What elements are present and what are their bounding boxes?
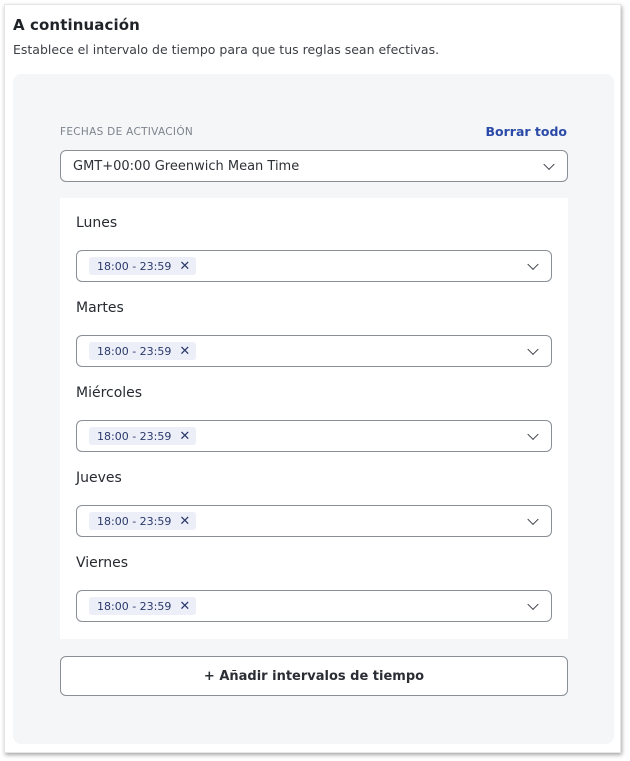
close-icon[interactable]: ✕ xyxy=(179,600,190,613)
interval-chip: 18:00 - 23:59 ✕ xyxy=(89,257,197,275)
chevron-down-icon xyxy=(527,428,539,441)
day-row-lunes: Lunes 18:00 - 23:59 ✕ xyxy=(76,215,552,282)
close-icon[interactable]: ✕ xyxy=(179,430,190,443)
interval-select[interactable]: 18:00 - 23:59 ✕ xyxy=(76,420,552,452)
interval-select[interactable]: 18:00 - 23:59 ✕ xyxy=(76,335,552,367)
interval-select[interactable]: 18:00 - 23:59 ✕ xyxy=(76,590,552,622)
chevron-down-icon xyxy=(543,158,555,171)
activation-panel: FECHAS DE ACTIVACIÓN Borrar todo GMT+00:… xyxy=(13,74,614,744)
chevron-down-icon xyxy=(527,343,539,356)
chevron-down-icon xyxy=(527,258,539,271)
day-label: Miércoles xyxy=(76,385,143,401)
interval-chip: 18:00 - 23:59 ✕ xyxy=(89,512,197,530)
interval-chip-label: 18:00 - 23:59 xyxy=(97,599,172,613)
day-label: Lunes xyxy=(76,215,118,231)
interval-chip-label: 18:00 - 23:59 xyxy=(97,259,172,273)
timezone-select[interactable]: GMT+00:00 Greenwich Mean Time xyxy=(60,150,568,182)
day-row-martes: Martes 18:00 - 23:59 ✕ xyxy=(76,300,552,367)
activation-dates-label: FECHAS DE ACTIVACIÓN xyxy=(60,126,194,138)
interval-chip: 18:00 - 23:59 ✕ xyxy=(89,597,197,615)
clear-all-link[interactable]: Borrar todo xyxy=(486,124,568,139)
timezone-value: GMT+00:00 Greenwich Mean Time xyxy=(73,158,300,174)
interval-chip: 18:00 - 23:59 ✕ xyxy=(89,342,197,360)
section-title: A continuación xyxy=(13,16,140,34)
section-subtitle: Establece el intervalo de tiempo para qu… xyxy=(13,42,440,57)
day-row-miercoles: Miércoles 18:00 - 23:59 ✕ xyxy=(76,385,552,452)
chevron-down-icon xyxy=(527,598,539,611)
interval-select[interactable]: 18:00 - 23:59 ✕ xyxy=(76,505,552,537)
chevron-down-icon xyxy=(527,513,539,526)
interval-chip-label: 18:00 - 23:59 xyxy=(97,429,172,443)
close-icon[interactable]: ✕ xyxy=(179,260,190,273)
interval-chip-label: 18:00 - 23:59 xyxy=(97,344,172,358)
day-label: Viernes xyxy=(76,555,129,571)
day-row-viernes: Viernes 18:00 - 23:59 ✕ xyxy=(76,555,552,622)
days-list: Lunes 18:00 - 23:59 ✕ Martes 18:00 - 23:… xyxy=(60,198,568,639)
schedule-card: A continuación Establece el intervalo de… xyxy=(4,4,621,753)
interval-chip: 18:00 - 23:59 ✕ xyxy=(89,427,197,445)
interval-chip-label: 18:00 - 23:59 xyxy=(97,514,172,528)
day-label: Jueves xyxy=(76,470,122,486)
add-time-intervals-button[interactable]: + Añadir intervalos de tiempo xyxy=(60,656,568,696)
interval-select[interactable]: 18:00 - 23:59 ✕ xyxy=(76,250,552,282)
close-icon[interactable]: ✕ xyxy=(179,345,190,358)
close-icon[interactable]: ✕ xyxy=(179,515,190,528)
day-label: Martes xyxy=(76,300,124,316)
day-row-jueves: Jueves 18:00 - 23:59 ✕ xyxy=(76,470,552,537)
